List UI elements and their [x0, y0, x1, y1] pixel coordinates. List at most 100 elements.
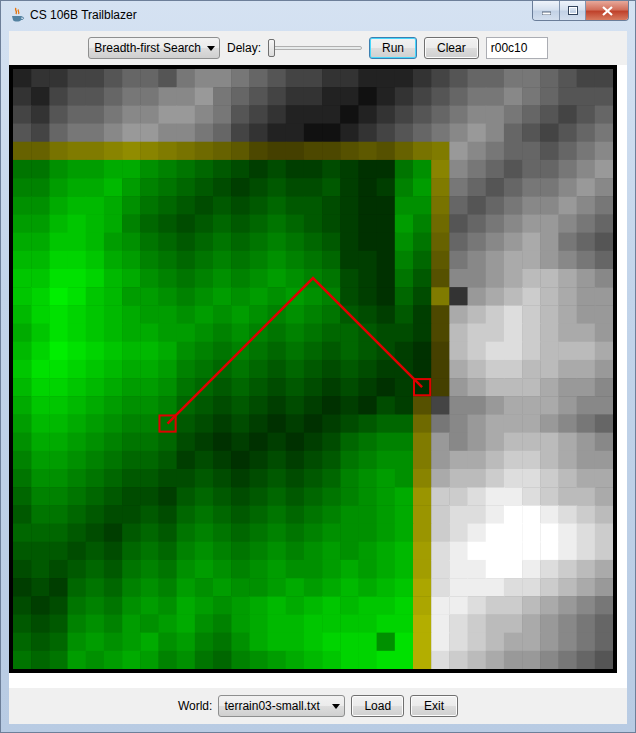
terrain-cell[interactable]: [522, 560, 541, 579]
terrain-cell[interactable]: [304, 287, 323, 306]
terrain-cell[interactable]: [304, 160, 323, 179]
terrain-cell[interactable]: [304, 414, 323, 433]
terrain-cell[interactable]: [449, 396, 468, 415]
terrain-cell[interactable]: [468, 524, 487, 543]
terrain-cell[interactable]: [468, 87, 487, 106]
terrain-cell[interactable]: [468, 305, 487, 324]
terrain-cell[interactable]: [595, 396, 613, 415]
terrain-cell[interactable]: [413, 633, 432, 652]
terrain-cell[interactable]: [86, 105, 105, 124]
terrain-cell[interactable]: [49, 305, 68, 324]
terrain-cell[interactable]: [31, 214, 50, 233]
terrain-cell[interactable]: [68, 614, 87, 633]
terrain-cell[interactable]: [449, 287, 468, 306]
terrain-cell[interactable]: [595, 214, 613, 233]
terrain-cell[interactable]: [268, 396, 287, 415]
terrain-cell[interactable]: [413, 542, 432, 561]
terrain-cell[interactable]: [177, 578, 196, 597]
terrain-cell[interactable]: [140, 378, 159, 397]
terrain-cell[interactable]: [377, 69, 396, 88]
terrain-cell[interactable]: [558, 560, 577, 579]
terrain-cell[interactable]: [195, 487, 214, 506]
terrain-cell[interactable]: [140, 69, 159, 88]
terrain-cell[interactable]: [322, 633, 341, 652]
terrain-cell[interactable]: [595, 596, 613, 615]
terrain-cell[interactable]: [122, 651, 141, 669]
terrain-cell[interactable]: [68, 324, 87, 343]
terrain-cell[interactable]: [540, 324, 559, 343]
terrain-cell[interactable]: [358, 396, 377, 415]
terrain-cell[interactable]: [286, 633, 305, 652]
terrain-cell[interactable]: [31, 542, 50, 561]
terrain-cell[interactable]: [304, 596, 323, 615]
terrain-cell[interactable]: [158, 233, 177, 252]
terrain-cell[interactable]: [340, 142, 359, 161]
terrain-cell[interactable]: [486, 124, 505, 143]
terrain-cell[interactable]: [268, 596, 287, 615]
terrain-cell[interactable]: [595, 142, 613, 161]
terrain-cell[interactable]: [140, 87, 159, 106]
terrain-cell[interactable]: [213, 414, 232, 433]
terrain-cell[interactable]: [68, 233, 87, 252]
terrain-cell[interactable]: [577, 433, 596, 452]
terrain-cell[interactable]: [249, 269, 268, 288]
terrain-cell[interactable]: [68, 105, 87, 124]
terrain-cell[interactable]: [177, 378, 196, 397]
terrain-cell[interactable]: [158, 251, 177, 270]
terrain-cell[interactable]: [377, 305, 396, 324]
terrain-cell[interactable]: [177, 433, 196, 452]
terrain-cell[interactable]: [504, 360, 523, 379]
terrain-cell[interactable]: [249, 342, 268, 361]
terrain-cell[interactable]: [558, 178, 577, 197]
terrain-cell[interactable]: [377, 651, 396, 669]
terrain-cell[interactable]: [249, 287, 268, 306]
terrain-cell[interactable]: [68, 287, 87, 306]
terrain-cell[interactable]: [595, 342, 613, 361]
terrain-cell[interactable]: [68, 633, 87, 652]
terrain-cell[interactable]: [177, 524, 196, 543]
terrain-cell[interactable]: [413, 287, 432, 306]
terrain-cell[interactable]: [431, 505, 450, 524]
terrain-cell[interactable]: [486, 305, 505, 324]
terrain-cell[interactable]: [304, 451, 323, 470]
terrain-cell[interactable]: [213, 505, 232, 524]
terrain-cell[interactable]: [577, 614, 596, 633]
terrain-cell[interactable]: [540, 305, 559, 324]
terrain-cell[interactable]: [322, 651, 341, 669]
terrain-cell[interactable]: [413, 524, 432, 543]
terrain-cell[interactable]: [431, 196, 450, 215]
terrain-cell[interactable]: [395, 596, 414, 615]
terrain-cell[interactable]: [104, 196, 123, 215]
terrain-cell[interactable]: [158, 178, 177, 197]
terrain-cell[interactable]: [504, 287, 523, 306]
terrain-cell[interactable]: [31, 414, 50, 433]
terrain-cell[interactable]: [231, 469, 250, 488]
terrain-cell[interactable]: [377, 378, 396, 397]
terrain-cell[interactable]: [540, 178, 559, 197]
terrain-cell[interactable]: [377, 124, 396, 143]
terrain-cell[interactable]: [268, 105, 287, 124]
terrain-cell[interactable]: [340, 578, 359, 597]
terrain-cell[interactable]: [140, 251, 159, 270]
terrain-cell[interactable]: [304, 578, 323, 597]
terrain-cell[interactable]: [231, 542, 250, 561]
terrain-cell[interactable]: [213, 614, 232, 633]
terrain-cell[interactable]: [322, 142, 341, 161]
terrain-cell[interactable]: [358, 469, 377, 488]
terrain-cell[interactable]: [504, 560, 523, 579]
terrain-cell[interactable]: [540, 69, 559, 88]
terrain-cell[interactable]: [195, 614, 214, 633]
terrain-cell[interactable]: [304, 396, 323, 415]
terrain-cell[interactable]: [577, 396, 596, 415]
terrain-cell[interactable]: [104, 451, 123, 470]
terrain-cell[interactable]: [231, 560, 250, 579]
terrain-cell[interactable]: [377, 560, 396, 579]
terrain-cell[interactable]: [577, 160, 596, 179]
terrain-cell[interactable]: [377, 505, 396, 524]
terrain-cell[interactable]: [468, 196, 487, 215]
terrain-cell[interactable]: [595, 560, 613, 579]
terrain-cell[interactable]: [122, 87, 141, 106]
terrain-cell[interactable]: [140, 196, 159, 215]
terrain-cell[interactable]: [231, 414, 250, 433]
terrain-cell[interactable]: [540, 196, 559, 215]
